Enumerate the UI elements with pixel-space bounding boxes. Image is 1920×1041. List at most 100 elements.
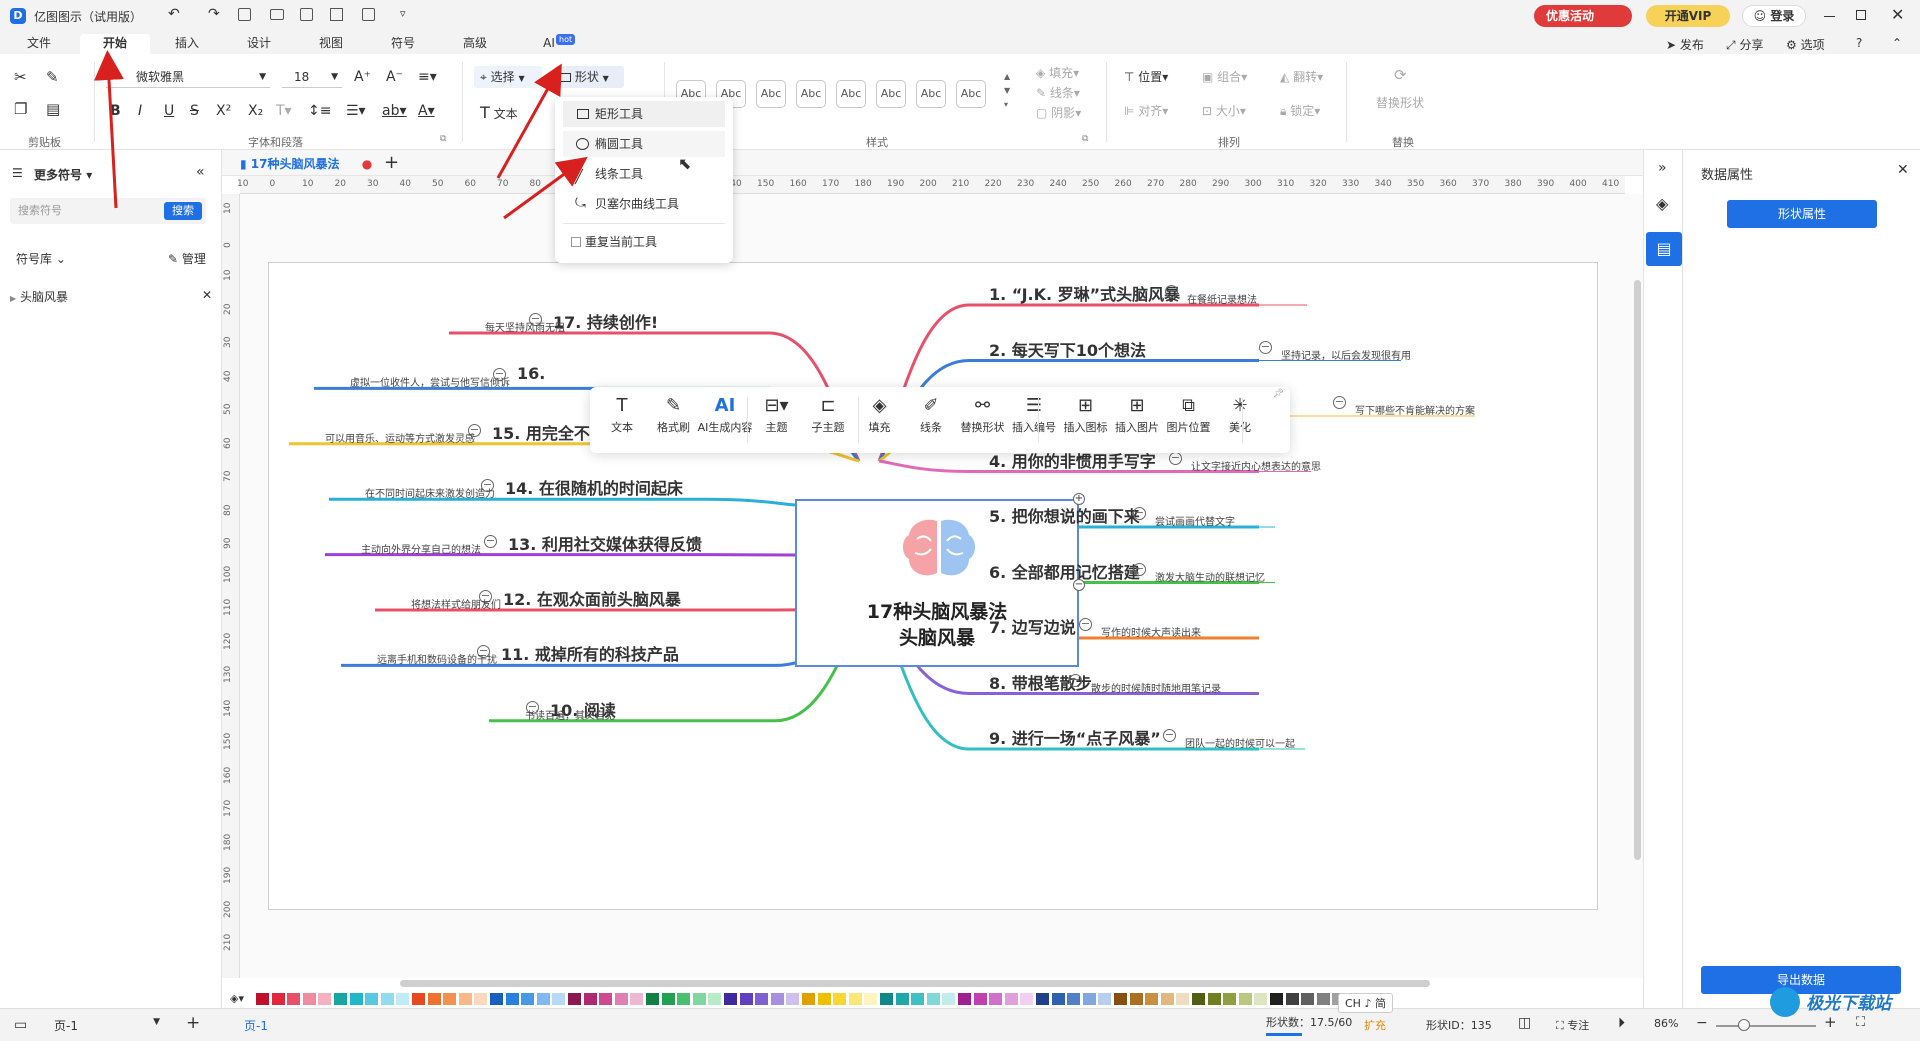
page-canvas[interactable]: 17种头脑风暴法 头脑风暴 + − 1. “J.K. 罗琳”式头脑风暴 − 在餐纸记… xyxy=(268,262,1598,910)
color-swatch[interactable] xyxy=(287,993,301,1005)
pin-icon[interactable]: 📌︎ xyxy=(1273,389,1284,399)
style-dialog-icon[interactable]: ⧉ xyxy=(1082,134,1088,144)
toolbar-insert-image-button[interactable]: ⊞ 插入图片 xyxy=(1109,393,1165,435)
customize-icon[interactable]: ▿ xyxy=(400,7,406,20)
replace-shape-label[interactable]: 替换形状 xyxy=(1376,94,1424,112)
topic-note[interactable]: 让文字接近内心想表达的意思 xyxy=(1191,458,1321,473)
color-swatch[interactable] xyxy=(630,993,644,1005)
position-button[interactable]: ⊤ 位置▾ xyxy=(1124,68,1168,86)
highlight-icon[interactable]: ab▾ xyxy=(382,102,407,120)
color-swatch[interactable] xyxy=(989,993,1003,1005)
color-swatch[interactable] xyxy=(848,993,862,1005)
topic-left-14[interactable]: 14. 在很随机的时间起床 xyxy=(505,475,683,499)
color-swatch[interactable] xyxy=(1004,993,1018,1005)
add-tab-icon[interactable]: + xyxy=(384,152,399,173)
topic-right-5[interactable]: 5. 把你想说的画下来 xyxy=(989,503,1140,527)
restore-icon[interactable] xyxy=(1856,10,1866,20)
repeat-tool-item[interactable]: 重复当前工具 xyxy=(563,229,725,255)
color-swatch[interactable] xyxy=(1020,993,1034,1005)
topic-left-17[interactable]: 17. 持续创作! xyxy=(553,309,658,333)
color-swatch[interactable] xyxy=(380,993,394,1005)
toolbar-subtopic-button[interactable]: ⊏ 子主题 xyxy=(800,393,856,435)
print-icon[interactable] xyxy=(330,8,343,21)
color-swatch[interactable] xyxy=(458,993,472,1005)
fill-button[interactable]: ◈ 填充▾ xyxy=(1036,64,1079,82)
tab-insert[interactable]: 插入 xyxy=(166,34,208,54)
color-swatch[interactable] xyxy=(895,993,909,1005)
paste-icon[interactable]: ▤ xyxy=(46,100,60,118)
collapse-icon[interactable]: − xyxy=(1163,729,1176,742)
increase-font-icon[interactable]: A⁺ xyxy=(354,68,371,86)
page-tab[interactable]: 页-1 xyxy=(244,1017,268,1034)
save-icon[interactable] xyxy=(300,8,313,21)
list-icon[interactable]: ☰▾ xyxy=(346,102,366,120)
tab-advanced[interactable]: 高级 xyxy=(454,34,496,54)
topic-note[interactable]: 在餐纸记录想法 xyxy=(1187,291,1257,306)
color-swatch[interactable] xyxy=(973,993,987,1005)
topic-note[interactable]: 虚拟一位收件人，尝试与他写信倾诉 xyxy=(350,374,510,389)
checkbox-icon[interactable] xyxy=(571,237,581,247)
topic-note[interactable]: 散步的时候随时随地用笔记录 xyxy=(1091,680,1221,695)
replace-shape-icon[interactable]: ⟳ xyxy=(1394,66,1407,84)
collapse-icon[interactable]: − xyxy=(1069,673,1082,687)
tab-symbol[interactable]: 符号 xyxy=(382,34,424,54)
color-swatch[interactable] xyxy=(490,993,503,1005)
color-swatch[interactable] xyxy=(1176,993,1190,1005)
add-page-icon[interactable]: + xyxy=(186,1013,200,1033)
color-swatch[interactable] xyxy=(911,993,925,1005)
color-swatch[interactable] xyxy=(521,993,535,1005)
publish-button[interactable]: ➤ 发布 xyxy=(1666,36,1704,53)
horizontal-scrollbar[interactable] xyxy=(400,980,1430,987)
library-item[interactable]: ▶ 头脑风暴 ✕ xyxy=(10,288,212,305)
style-swatch-4[interactable]: Abc xyxy=(796,80,826,108)
color-swatch[interactable] xyxy=(1285,993,1299,1005)
options-button[interactable]: ⚙ 选项 xyxy=(1786,36,1825,53)
expand-link[interactable]: 扩充 xyxy=(1364,1017,1386,1033)
export-icon[interactable] xyxy=(362,8,375,21)
focus-button[interactable]: ⛶ 专注 xyxy=(1556,1017,1589,1033)
color-swatch[interactable] xyxy=(302,993,316,1005)
color-swatch[interactable] xyxy=(318,993,332,1005)
play-icon[interactable]: ⏵ xyxy=(1618,1015,1625,1031)
color-swatch[interactable] xyxy=(443,993,457,1005)
color-swatch[interactable] xyxy=(1254,993,1268,1005)
toolbar-numbering-button[interactable]: ☰ 插入编号 xyxy=(1006,393,1062,435)
minimize-icon[interactable] xyxy=(1824,16,1835,17)
align-icon[interactable]: ≡▾ xyxy=(418,68,437,86)
toolbar-insert-icon-button[interactable]: ⊞ 插入图标 xyxy=(1058,393,1114,435)
toolbar-beautify-button[interactable]: ✳ 美化 xyxy=(1212,393,1268,435)
color-swatch[interactable] xyxy=(708,993,722,1005)
expand-panel-icon[interactable]: » xyxy=(1658,160,1667,176)
topic-right-9[interactable]: 9. 进行一场“点子风暴” xyxy=(989,725,1161,749)
tab-home[interactable]: 开始 xyxy=(80,34,150,54)
shape-button[interactable]: 形状 ▼ xyxy=(554,66,624,88)
line-spacing-icon[interactable]: ↕≡ xyxy=(308,102,331,120)
color-swatch[interactable] xyxy=(1270,993,1283,1005)
zoom-slider-thumb[interactable] xyxy=(1738,1019,1750,1031)
color-swatch[interactable] xyxy=(568,993,581,1005)
ellipse-tool-item[interactable]: 椭圆工具 xyxy=(563,131,725,157)
color-swatch[interactable] xyxy=(505,993,519,1005)
shape-properties-button[interactable]: 形状属性 xyxy=(1727,200,1877,228)
color-swatch[interactable] xyxy=(1238,993,1252,1005)
topic-left-13[interactable]: 13. 利用社交媒体获得反馈 xyxy=(508,531,702,555)
color-swatch[interactable] xyxy=(692,993,706,1005)
topic-note[interactable]: 坚持记录，以后会发现很有用 xyxy=(1281,347,1411,362)
color-swatch[interactable] xyxy=(1051,993,1065,1005)
line-button[interactable]: ✎ 线条▾ xyxy=(1036,84,1080,102)
collapse-icon[interactable]: − xyxy=(484,534,497,548)
collapse-icon[interactable]: − xyxy=(1165,285,1178,298)
bold-icon[interactable]: B xyxy=(110,102,121,120)
share-button[interactable]: ⤢ 分享 xyxy=(1726,36,1763,53)
vertical-scrollbar[interactable] xyxy=(1634,280,1641,860)
font-dialog-icon[interactable]: ⧉ xyxy=(440,134,446,144)
help-icon[interactable]: ? xyxy=(1856,36,1862,50)
color-swatch[interactable] xyxy=(1316,993,1330,1005)
strikethrough-icon[interactable]: S xyxy=(190,102,199,120)
topic-note[interactable]: 激发大脑生动的联想记忆 xyxy=(1155,569,1265,584)
color-swatch[interactable] xyxy=(1160,993,1174,1005)
topic-right-2[interactable]: 2. 每天写下10个想法 xyxy=(989,337,1146,361)
color-swatch[interactable] xyxy=(1082,993,1096,1005)
color-swatch[interactable] xyxy=(755,993,769,1005)
color-swatch[interactable] xyxy=(536,993,550,1005)
